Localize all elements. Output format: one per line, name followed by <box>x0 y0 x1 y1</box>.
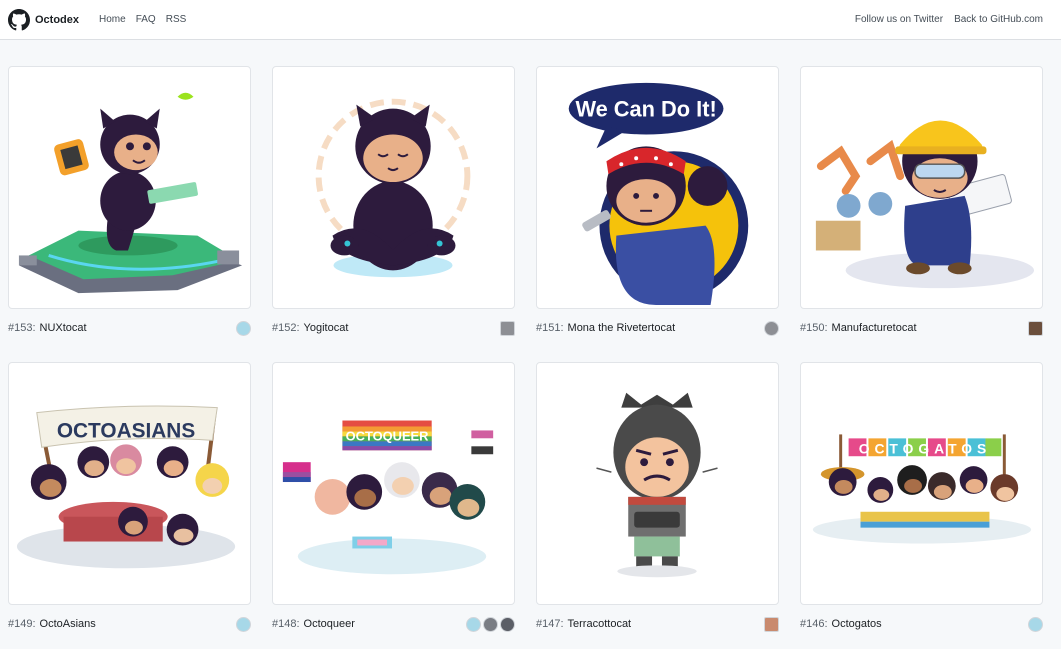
contributor-avatar[interactable] <box>500 616 515 632</box>
contributor-avatars <box>764 320 779 336</box>
octocat-card: OCTOASIANS #149: OctoAsians <box>8 362 251 634</box>
octocat-caption: #148: Octoqueer <box>272 614 515 634</box>
octocat-card: OCTOQUEER #148: Octoqueer <box>272 362 515 634</box>
secondary-nav: Follow us on Twitter Back to GitHub.com <box>855 14 1053 25</box>
octocat-caption: #152: Yogitocat <box>272 318 515 338</box>
octocat-name-link[interactable]: Mona the Rivetertocat <box>568 322 676 334</box>
octocat-image-octoqueer[interactable]: OCTOQUEER <box>272 362 515 605</box>
nav-home-link[interactable]: Home <box>99 14 126 25</box>
contributor-avatars <box>236 616 251 632</box>
octocat-image-yogitocat[interactable] <box>272 66 515 309</box>
octocat-image-octogatos[interactable]: OCTOGATOS <box>800 362 1043 605</box>
octocat-card: #153: NUXtocat <box>8 66 251 338</box>
contributor-avatars <box>764 616 779 632</box>
octocat-card: We Can Do It! #151: Mona the Rivetertoca… <box>536 66 779 338</box>
octocat-number: #151: <box>536 322 564 334</box>
octocat-caption: #150: Manufacturetocat <box>800 318 1043 338</box>
contributor-avatar[interactable] <box>500 320 515 336</box>
octocat-caption: #146: Octogatos <box>800 614 1043 634</box>
nav-rss-link[interactable]: RSS <box>166 14 187 25</box>
contributor-avatar[interactable] <box>764 616 779 632</box>
contributor-avatar[interactable] <box>236 616 251 632</box>
octocat-card: #150: Manufacturetocat <box>800 66 1043 338</box>
contributor-avatars <box>1028 320 1043 336</box>
octocat-caption: #153: NUXtocat <box>8 318 251 338</box>
octocat-number: #152: <box>272 322 300 334</box>
back-to-github-link[interactable]: Back to GitHub.com <box>954 14 1043 25</box>
octocat-number: #147: <box>536 618 564 630</box>
octoqueer-banner-text: OCTOQUEER <box>346 428 429 443</box>
octocat-number: #146: <box>800 618 828 630</box>
contributor-avatar[interactable] <box>236 320 251 336</box>
octocat-number: #149: <box>8 618 36 630</box>
octocat-image-manufacturetocat[interactable] <box>800 66 1043 309</box>
octocat-card: OCTOGATOS #146: Octogatos <box>800 362 1043 634</box>
brand[interactable]: Octodex <box>8 8 79 31</box>
octocat-name-link[interactable]: Octoqueer <box>304 618 355 630</box>
contributor-avatar[interactable] <box>466 616 481 632</box>
nav-faq-link[interactable]: FAQ <box>136 14 156 25</box>
octocat-card: #147: Terracottocat <box>536 362 779 634</box>
octocat-image-terracottocat[interactable] <box>536 362 779 605</box>
octocat-image-rivetertocat[interactable]: We Can Do It! <box>536 66 779 309</box>
octocat-caption: #151: Mona the Rivetertocat <box>536 318 779 338</box>
octocat-name-link[interactable]: Terracottocat <box>568 618 632 630</box>
octocat-image-nuxtocat[interactable] <box>8 66 251 309</box>
octocat-caption: #147: Terracottocat <box>536 614 779 634</box>
contributor-avatars <box>236 320 251 336</box>
contributor-avatar[interactable] <box>764 320 779 336</box>
octocat-name-link[interactable]: OctoAsians <box>40 618 96 630</box>
octocat-name-link[interactable]: Yogitocat <box>304 322 349 334</box>
contributor-avatars <box>466 616 515 632</box>
octocat-number: #153: <box>8 322 36 334</box>
contributor-avatar[interactable] <box>1028 616 1043 632</box>
octocat-image-octoasians[interactable]: OCTOASIANS <box>8 362 251 605</box>
brand-name[interactable]: Octodex <box>35 14 79 26</box>
octogatos-banner-text: OCTOGATOS <box>859 440 992 456</box>
contributor-avatars <box>500 320 515 336</box>
octocat-name-link[interactable]: NUXtocat <box>40 322 87 334</box>
octocat-number: #150: <box>800 322 828 334</box>
octoasians-banner-text: OCTOASIANS <box>57 419 195 442</box>
octocat-number: #148: <box>272 618 300 630</box>
follow-twitter-link[interactable]: Follow us on Twitter <box>855 14 943 25</box>
riveter-banner-text: We Can Do It! <box>575 97 716 122</box>
contributor-avatar[interactable] <box>483 616 498 632</box>
contributor-avatar[interactable] <box>1028 320 1043 336</box>
octocat-name-link[interactable]: Octogatos <box>832 618 882 630</box>
github-logo-icon[interactable] <box>8 8 30 31</box>
octocat-card: #152: Yogitocat <box>272 66 515 338</box>
octocat-name-link[interactable]: Manufacturetocat <box>832 322 917 334</box>
contributor-avatars <box>1028 616 1043 632</box>
primary-nav: Home FAQ RSS <box>99 14 186 25</box>
top-navigation-bar: Octodex Home FAQ RSS Follow us on Twitte… <box>0 0 1061 40</box>
octocat-caption: #149: OctoAsians <box>8 614 251 634</box>
